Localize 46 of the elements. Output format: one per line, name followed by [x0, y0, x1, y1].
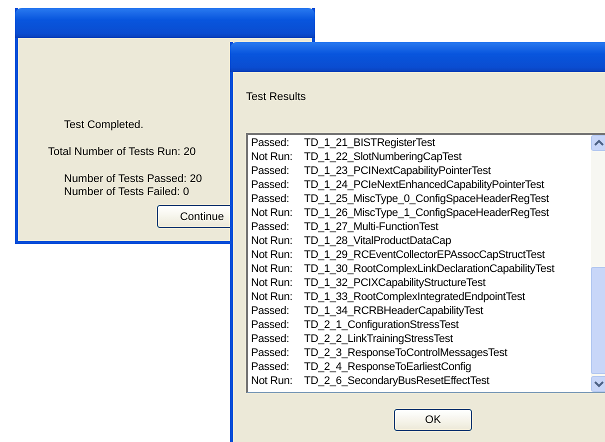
- test-name: TD_1_27_Multi-FunctionTest: [304, 220, 438, 234]
- summary-text: Test Completed.: [64, 119, 144, 132]
- status-text: Passed:: [251, 318, 290, 332]
- test-name: TD_2_6_SecondaryBusResetEffectTest: [304, 374, 490, 388]
- scroll-down-icon[interactable]: [591, 376, 605, 392]
- test-name: TD_2_1_ConfigurationStressTest: [304, 318, 459, 332]
- test-name: TD_1_30_RootComplexLinkDeclarationCapabilityTest: [304, 262, 554, 276]
- ok-button[interactable]: OK: [394, 409, 472, 431]
- status-text: Not Run:: [251, 290, 294, 304]
- test-name: TD_1_28_VitalProductDataCap: [304, 234, 452, 248]
- status-text: Not Run:: [251, 276, 294, 290]
- test-name: TD_1_29_RCEventCollectorEPAssocCapStructTest: [304, 248, 545, 262]
- status-text: Passed:: [251, 304, 290, 318]
- test-name: TD_1_26_MiscType_1_ConfigSpaceHeaderRegTest: [304, 206, 549, 220]
- test-name: TD_1_22_SlotNumberingCapTest: [304, 150, 462, 164]
- test-name: TD_1_34_RCRBHeaderCapabilityTest: [304, 304, 484, 318]
- status-text: Passed:: [251, 164, 290, 178]
- test-name: TD_2_3_ResponseToControlMessagesTest: [304, 346, 508, 360]
- scrollbar[interactable]: [591, 135, 605, 392]
- test-name: TD_1_33_RootComplexIntegratedEndpointTest: [304, 290, 525, 304]
- status-text: Passed:: [251, 192, 290, 206]
- test-name: TD_1_24_PCIeNextEnhancedCapabilityPointerTest: [304, 178, 544, 192]
- summary-text: Number of Tests Passed: 20: [64, 173, 202, 186]
- status-text: Not Run:: [251, 374, 294, 388]
- test-name: TD_1_32_PCIXCapabilityStructureTest: [304, 276, 486, 290]
- test-name: TD_1_21_BISTRegisterTest: [304, 136, 435, 150]
- status-text: Not Run:: [251, 234, 294, 248]
- status-text: Not Run:: [251, 248, 294, 262]
- test-name: TD_2_4_ResponseToEarliestConfig: [304, 360, 472, 374]
- status-text: Passed:: [251, 360, 290, 374]
- results-label: Test Results: [246, 91, 307, 104]
- status-text: Passed:: [251, 346, 290, 360]
- status-text: Not Run:: [251, 150, 294, 164]
- test-name: TD_1_25_MiscType_0_ConfigSpaceHeaderRegTest: [304, 192, 549, 206]
- scroll-up-icon[interactable]: [591, 135, 605, 151]
- status-text: Passed:: [251, 178, 290, 192]
- status-text: Passed:: [251, 332, 290, 346]
- status-text: Passed:: [251, 220, 290, 234]
- status-text: Passed:: [251, 136, 290, 150]
- status-text: Not Run:: [251, 206, 294, 220]
- status-text: Not Run:: [251, 262, 294, 276]
- test-name: TD_2_2_LinkTrainingStressTest: [304, 332, 453, 346]
- summary-text: Number of Tests Failed: 0: [64, 186, 190, 199]
- scroll-thumb[interactable]: [591, 267, 605, 374]
- summary-text: Total Number of Tests Run: 20: [48, 146, 196, 159]
- test-name: TD_1_23_PCINextCapabilityPointerTest: [304, 164, 491, 178]
